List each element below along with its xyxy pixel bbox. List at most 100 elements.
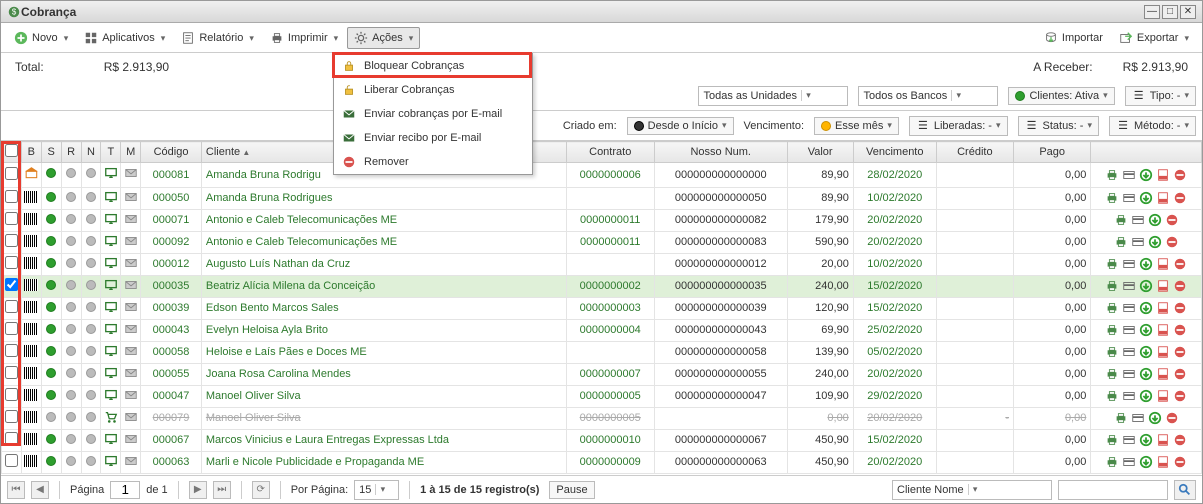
page-input[interactable] (110, 481, 140, 499)
row-pdf-button[interactable] (1155, 388, 1171, 404)
codigo-link[interactable]: 000012 (153, 258, 190, 270)
per-page-combo[interactable]: 15▾ (354, 480, 399, 500)
codigo-link[interactable]: 000050 (153, 192, 190, 204)
venc-link[interactable]: 10/02/2020 (867, 192, 922, 204)
row-receive-button[interactable] (1138, 300, 1154, 316)
cliente-link[interactable]: Manoel Oliver Silva (206, 412, 301, 424)
row-checkbox[interactable] (5, 454, 18, 467)
row-pdf-button[interactable] (1155, 167, 1171, 183)
acoes-button[interactable]: Ações (347, 27, 420, 49)
tipo-filter[interactable]: ☰Tipo: -▾ (1125, 86, 1196, 106)
status-filter[interactable]: ☰Status: -▾ (1018, 116, 1100, 136)
last-page-button[interactable]: ⏭ (213, 481, 231, 499)
row-checkbox[interactable] (5, 190, 18, 203)
row-checkbox[interactable] (5, 278, 18, 291)
contrato-link[interactable]: 0000000005 (580, 412, 641, 424)
row-pdf-button[interactable] (1155, 278, 1171, 294)
col-valor[interactable]: Valor (787, 142, 853, 163)
venc-link[interactable]: 20/02/2020 (867, 456, 922, 468)
row-print-button[interactable] (1104, 388, 1120, 404)
row-print-button[interactable] (1104, 190, 1120, 206)
menu-enviar-cobrancas[interactable]: Enviar cobranças por E-mail (334, 102, 532, 126)
search-button[interactable] (1174, 480, 1196, 500)
venc-link[interactable]: 05/02/2020 (867, 346, 922, 358)
close-button[interactable]: ✕ (1180, 5, 1196, 19)
contrato-link[interactable]: 0000000002 (580, 280, 641, 292)
row-pdf-button[interactable] (1155, 344, 1171, 360)
cliente-link[interactable]: Joana Rosa Carolina Mendes (206, 368, 351, 380)
row-delete-button[interactable] (1164, 410, 1180, 426)
codigo-link[interactable]: 000047 (153, 390, 190, 402)
col-contrato[interactable]: Contrato (566, 142, 654, 163)
col-b[interactable]: B (21, 142, 41, 163)
first-page-button[interactable]: ⏮ (7, 481, 25, 499)
row-pdf-button[interactable] (1155, 432, 1171, 448)
row-card-button[interactable] (1121, 344, 1137, 360)
row-checkbox[interactable] (5, 234, 18, 247)
cliente-link[interactable]: Edson Bento Marcos Sales (206, 302, 339, 314)
codigo-link[interactable]: 000063 (153, 456, 190, 468)
venc-link[interactable]: 20/02/2020 (867, 236, 922, 248)
importar-button[interactable]: Importar (1037, 27, 1110, 49)
row-pdf-button[interactable] (1155, 366, 1171, 382)
row-delete-button[interactable] (1172, 190, 1188, 206)
row-print-button[interactable] (1113, 234, 1129, 250)
row-delete-button[interactable] (1172, 322, 1188, 338)
unidades-combo[interactable]: Todas as Unidades▾ (698, 86, 848, 106)
row-checkbox[interactable] (5, 300, 18, 313)
venc-link[interactable]: 28/02/2020 (867, 169, 922, 181)
cliente-link[interactable]: Evelyn Heloisa Ayla Brito (206, 324, 328, 336)
row-card-button[interactable] (1121, 366, 1137, 382)
row-delete-button[interactable] (1172, 388, 1188, 404)
venc-link[interactable]: 15/02/2020 (867, 434, 922, 446)
row-card-button[interactable] (1130, 234, 1146, 250)
codigo-link[interactable]: 000067 (153, 434, 190, 446)
row-receive-button[interactable] (1138, 366, 1154, 382)
row-receive-button[interactable] (1138, 167, 1154, 183)
row-pdf-button[interactable] (1155, 256, 1171, 272)
maximize-button[interactable]: □ (1162, 5, 1178, 19)
table-row[interactable]: 000092 Antonio e Caleb Telecomunicações M… (2, 231, 1202, 253)
row-card-button[interactable] (1121, 278, 1137, 294)
row-receive-button[interactable] (1138, 256, 1154, 272)
row-card-button[interactable] (1121, 300, 1137, 316)
table-row[interactable]: 000035Beatriz Alícia Milena da Conceição… (2, 275, 1202, 297)
table-row[interactable]: 000039Edson Bento Marcos Sales0000000003… (2, 297, 1202, 319)
imprimir-button[interactable]: Imprimir (263, 27, 345, 49)
codigo-link[interactable]: 000092 (153, 236, 190, 248)
col-checkbox[interactable] (2, 142, 22, 163)
row-delete-button[interactable] (1172, 344, 1188, 360)
venc-link[interactable]: 20/02/2020 (867, 214, 922, 226)
row-receive-button[interactable] (1138, 344, 1154, 360)
cliente-link[interactable]: Beatriz Alícia Milena da Conceição (206, 280, 375, 292)
row-card-button[interactable] (1121, 167, 1137, 183)
contrato-link[interactable]: 0000000006 (580, 169, 641, 181)
search-input[interactable] (1058, 480, 1168, 500)
cliente-link[interactable]: Marli e Nicole Publicidade e Propaganda … (206, 456, 424, 468)
row-pdf-button[interactable] (1155, 190, 1171, 206)
codigo-link[interactable]: 000043 (153, 324, 190, 336)
refresh-button[interactable]: ⟳ (252, 481, 270, 499)
row-print-button[interactable] (1104, 322, 1120, 338)
cliente-link[interactable]: Antonio e Caleb Telecomunicações ME (206, 236, 397, 248)
menu-liberar[interactable]: Liberar Cobranças (334, 78, 532, 102)
row-checkbox[interactable] (5, 366, 18, 379)
row-receive-button[interactable] (1138, 190, 1154, 206)
esse-mes-filter[interactable]: Esse mês▾ (814, 117, 899, 135)
menu-bloquear[interactable]: Bloquear Cobranças (334, 54, 532, 78)
col-s[interactable]: S (41, 142, 61, 163)
row-print-button[interactable] (1104, 167, 1120, 183)
table-row[interactable]: 000071Antonio e Caleb Telecomunicações M… (2, 209, 1202, 231)
row-pdf-button[interactable] (1155, 300, 1171, 316)
row-checkbox[interactable] (5, 388, 18, 401)
table-row[interactable]: 000055Joana Rosa Carolina Mendes00000000… (2, 363, 1202, 385)
row-card-button[interactable] (1130, 410, 1146, 426)
relatorio-button[interactable]: Relatório (174, 27, 261, 49)
row-delete-button[interactable] (1164, 212, 1180, 228)
table-row[interactable]: 000081Amanda Bruna Rodrigu00000000060000… (2, 163, 1202, 188)
row-receive-button[interactable] (1138, 278, 1154, 294)
venc-link[interactable]: 20/02/2020 (867, 412, 922, 424)
table-row[interactable]: 000058Heloise e Laís Pães e Doces ME0000… (2, 341, 1202, 363)
col-t[interactable]: T (101, 142, 121, 163)
row-delete-button[interactable] (1172, 167, 1188, 183)
